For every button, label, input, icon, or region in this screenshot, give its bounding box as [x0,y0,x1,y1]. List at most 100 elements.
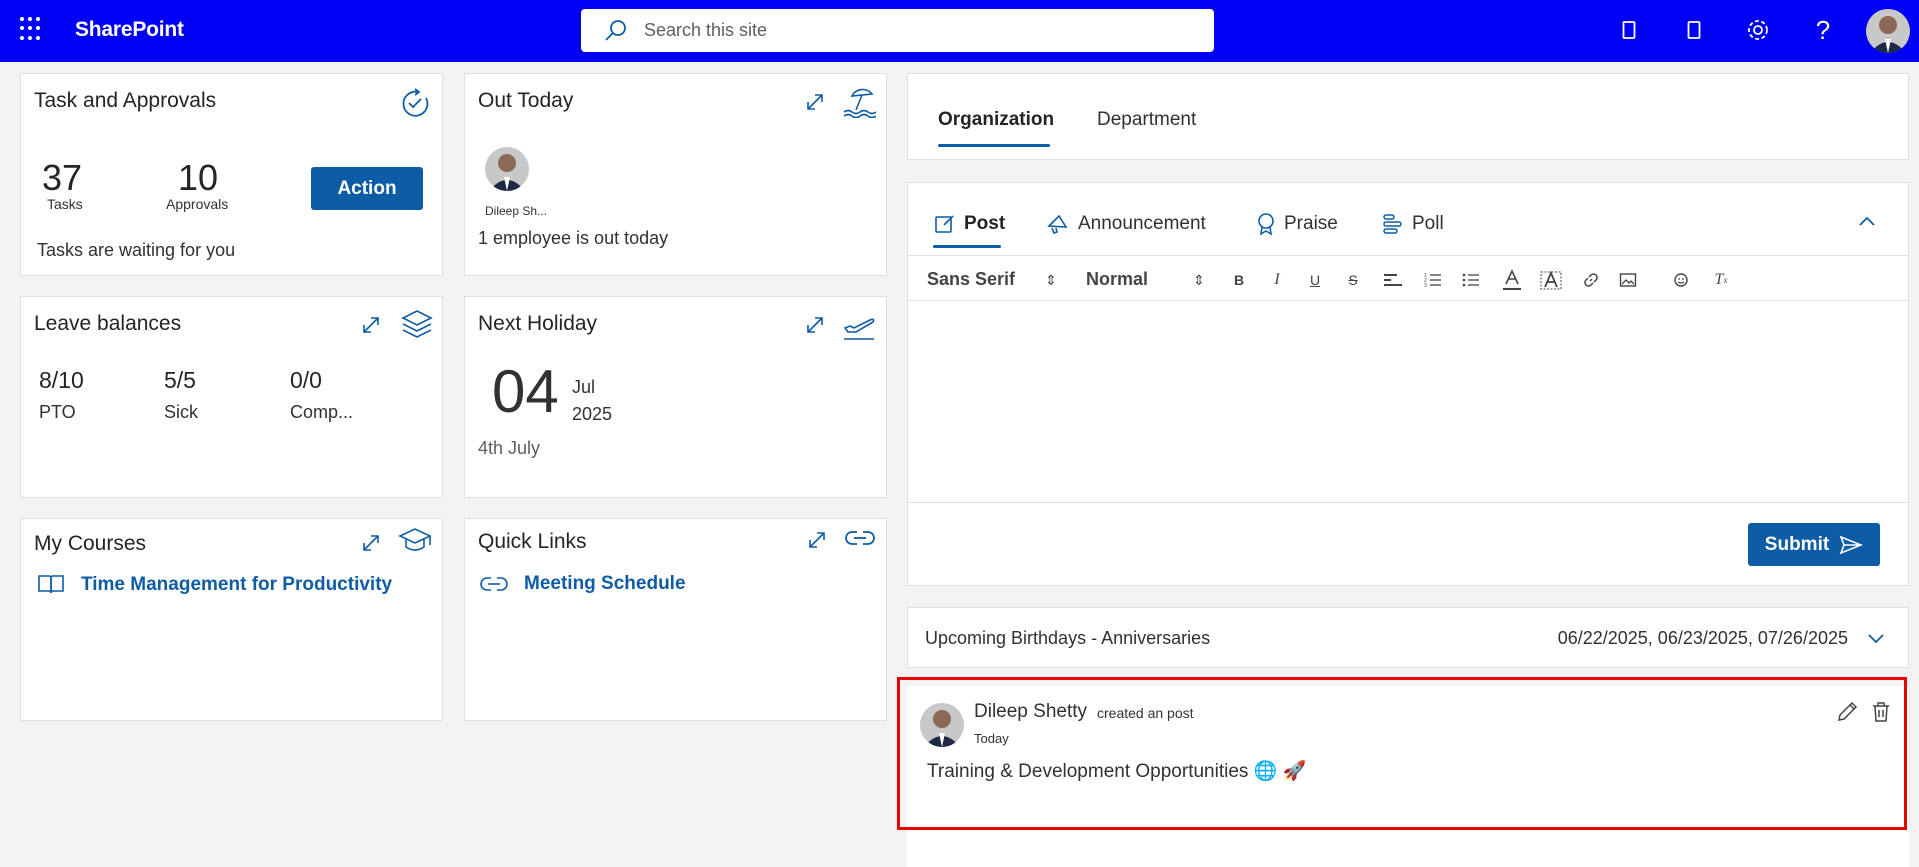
expand-icon[interactable] [806,529,828,551]
holiday-year: 2025 [572,404,613,424]
phone-icon[interactable] [1614,15,1644,45]
my-courses-card: My Courses Time Management for Productiv… [20,518,443,721]
card-title: Task and Approvals [34,89,217,112]
employee-name: Dileep Sh... [485,204,548,218]
emoji-icon[interactable] [1670,269,1692,291]
tablet-icon[interactable] [1679,15,1709,45]
top-bar: SharePoint ? [0,0,1919,62]
tasks-label: Tasks [47,196,83,212]
font-family-select[interactable]: Sans Serif [927,269,1015,290]
tasks-approvals-card: Task and Approvals 37 Tasks 10 Approvals… [20,73,443,276]
align-left-icon[interactable] [1382,269,1404,291]
expand-icon[interactable] [804,314,826,336]
app-title[interactable]: SharePoint [75,18,184,42]
birthdays-anniversaries-bar[interactable]: Upcoming Birthdays - Anniversaries 06/22… [907,607,1909,668]
edit-icon[interactable] [1835,700,1859,724]
leave-value-sick: 5/5 [164,367,196,393]
active-tab-indicator [938,144,1050,147]
card-title: Quick Links [478,530,587,553]
bold-icon[interactable]: B [1228,269,1250,291]
clear-format-icon[interactable]: Tx [1710,269,1732,291]
graduation-cap-icon [398,528,432,551]
birthdays-dates: 06/22/2025, 06/23/2025, 07/26/2025 [1557,628,1848,648]
layers-icon [401,310,433,338]
tab-organization[interactable]: Organization [938,109,1054,131]
search-icon [605,19,626,41]
expand-icon[interactable] [360,532,382,554]
active-composer-tab-indicator [933,245,1001,248]
card-title: My Courses [34,532,147,555]
chevron-down-icon[interactable] [1867,633,1885,645]
search-box[interactable] [581,9,1214,52]
next-holiday-card: Next Holiday 04 Jul 2025 4th July [464,296,887,498]
composer-tab-praise[interactable]: Praise [1256,209,1338,239]
font-size-select[interactable]: Normal [1086,269,1148,290]
quick-link-meeting-schedule[interactable]: Meeting Schedule [524,573,686,595]
text-color-icon[interactable] [1501,269,1523,291]
composer-tab-announcement[interactable]: Announcement [1046,209,1206,239]
help-icon[interactable]: ? [1808,15,1838,45]
tab-department[interactable]: Department [1097,109,1196,131]
select-arrows-icon[interactable]: ⇕ [1188,269,1210,291]
insert-image-icon[interactable] [1617,269,1639,291]
bullet-list-icon[interactable] [1460,269,1482,291]
gear-icon[interactable] [1743,15,1773,45]
send-icon [1839,535,1864,554]
expand-icon[interactable] [804,91,826,113]
composer-tab-label: Praise [1284,213,1338,234]
link-icon [845,531,875,545]
svg-text:3: 3 [1424,283,1427,288]
composer-tab-label: Poll [1412,213,1444,234]
approvals-label: Approvals [166,196,229,212]
feed-post: Dileep Shetty created an post Today Trai… [907,686,1909,867]
app-launcher-icon[interactable] [20,17,44,41]
post-author-name[interactable]: Dileep Shetty [974,701,1087,723]
action-button[interactable]: Action [311,167,423,210]
search-input[interactable] [644,20,1144,41]
refresh-check-icon[interactable] [398,86,432,120]
leave-value-pto: 8/10 [39,367,84,393]
background-color-icon[interactable] [1540,269,1562,291]
employee-avatar[interactable] [485,147,529,191]
holiday-name: 4th July [478,438,541,458]
trash-icon[interactable] [1869,700,1893,724]
feed-tabs: Organization Department [907,73,1909,160]
submit-button[interactable]: Submit [1748,523,1880,566]
course-link[interactable]: Time Management for Productivity [81,574,392,596]
strikethrough-icon[interactable]: S [1342,269,1364,291]
award-ribbon-icon [1258,213,1274,236]
post-body: Training & Development Opportunities 🌐 🚀 [927,761,1307,782]
italic-icon[interactable]: I [1266,269,1288,291]
card-title: Next Holiday [478,312,598,335]
leave-label-pto: PTO [39,402,76,422]
post-author-avatar[interactable] [920,703,964,747]
leave-label-comp: Comp... [290,402,354,422]
user-avatar[interactable] [1866,9,1910,53]
select-arrows-icon[interactable]: ⇕ [1040,269,1062,291]
tasks-count: 37 [42,157,83,198]
poll-bars-icon [1383,214,1402,234]
composer-tab-poll[interactable]: Poll [1382,209,1444,239]
formatting-toolbar: Sans Serif ⇕ Normal ⇕ B I U S 123 T x [908,255,1908,301]
chevron-up-icon[interactable] [1858,215,1876,227]
ordered-list-icon[interactable]: 123 [1422,269,1444,291]
composer-tab-label: Announcement [1078,213,1206,234]
insert-link-icon[interactable] [1580,269,1602,291]
birthdays-label: Upcoming Birthdays - Anniversaries [925,628,1211,648]
underline-icon[interactable]: U [1304,269,1326,291]
post-editor[interactable] [908,301,1908,503]
out-today-message: 1 employee is out today [478,228,669,248]
post-action-text: created an post [1097,705,1194,721]
quick-links-card: Quick Links Meeting Schedule [464,518,887,721]
leave-balances-card: Leave balances 8/10 PTO 5/5 Sick 0/0 Com… [20,296,443,498]
composer-tab-label: Post [964,213,1006,234]
out-today-card: Out Today Dileep Sh... 1 employee is out… [464,73,887,276]
megaphone-icon [1047,214,1068,234]
link-icon [480,577,508,591]
post-timestamp: Today [974,731,1009,746]
book-icon [38,575,64,594]
leave-label-sick: Sick [164,402,199,422]
expand-icon[interactable] [360,314,382,336]
composer-tab-post[interactable]: Post [934,209,1005,239]
post-composer: Post Announcement Praise Poll Sans Serif… [907,182,1909,586]
